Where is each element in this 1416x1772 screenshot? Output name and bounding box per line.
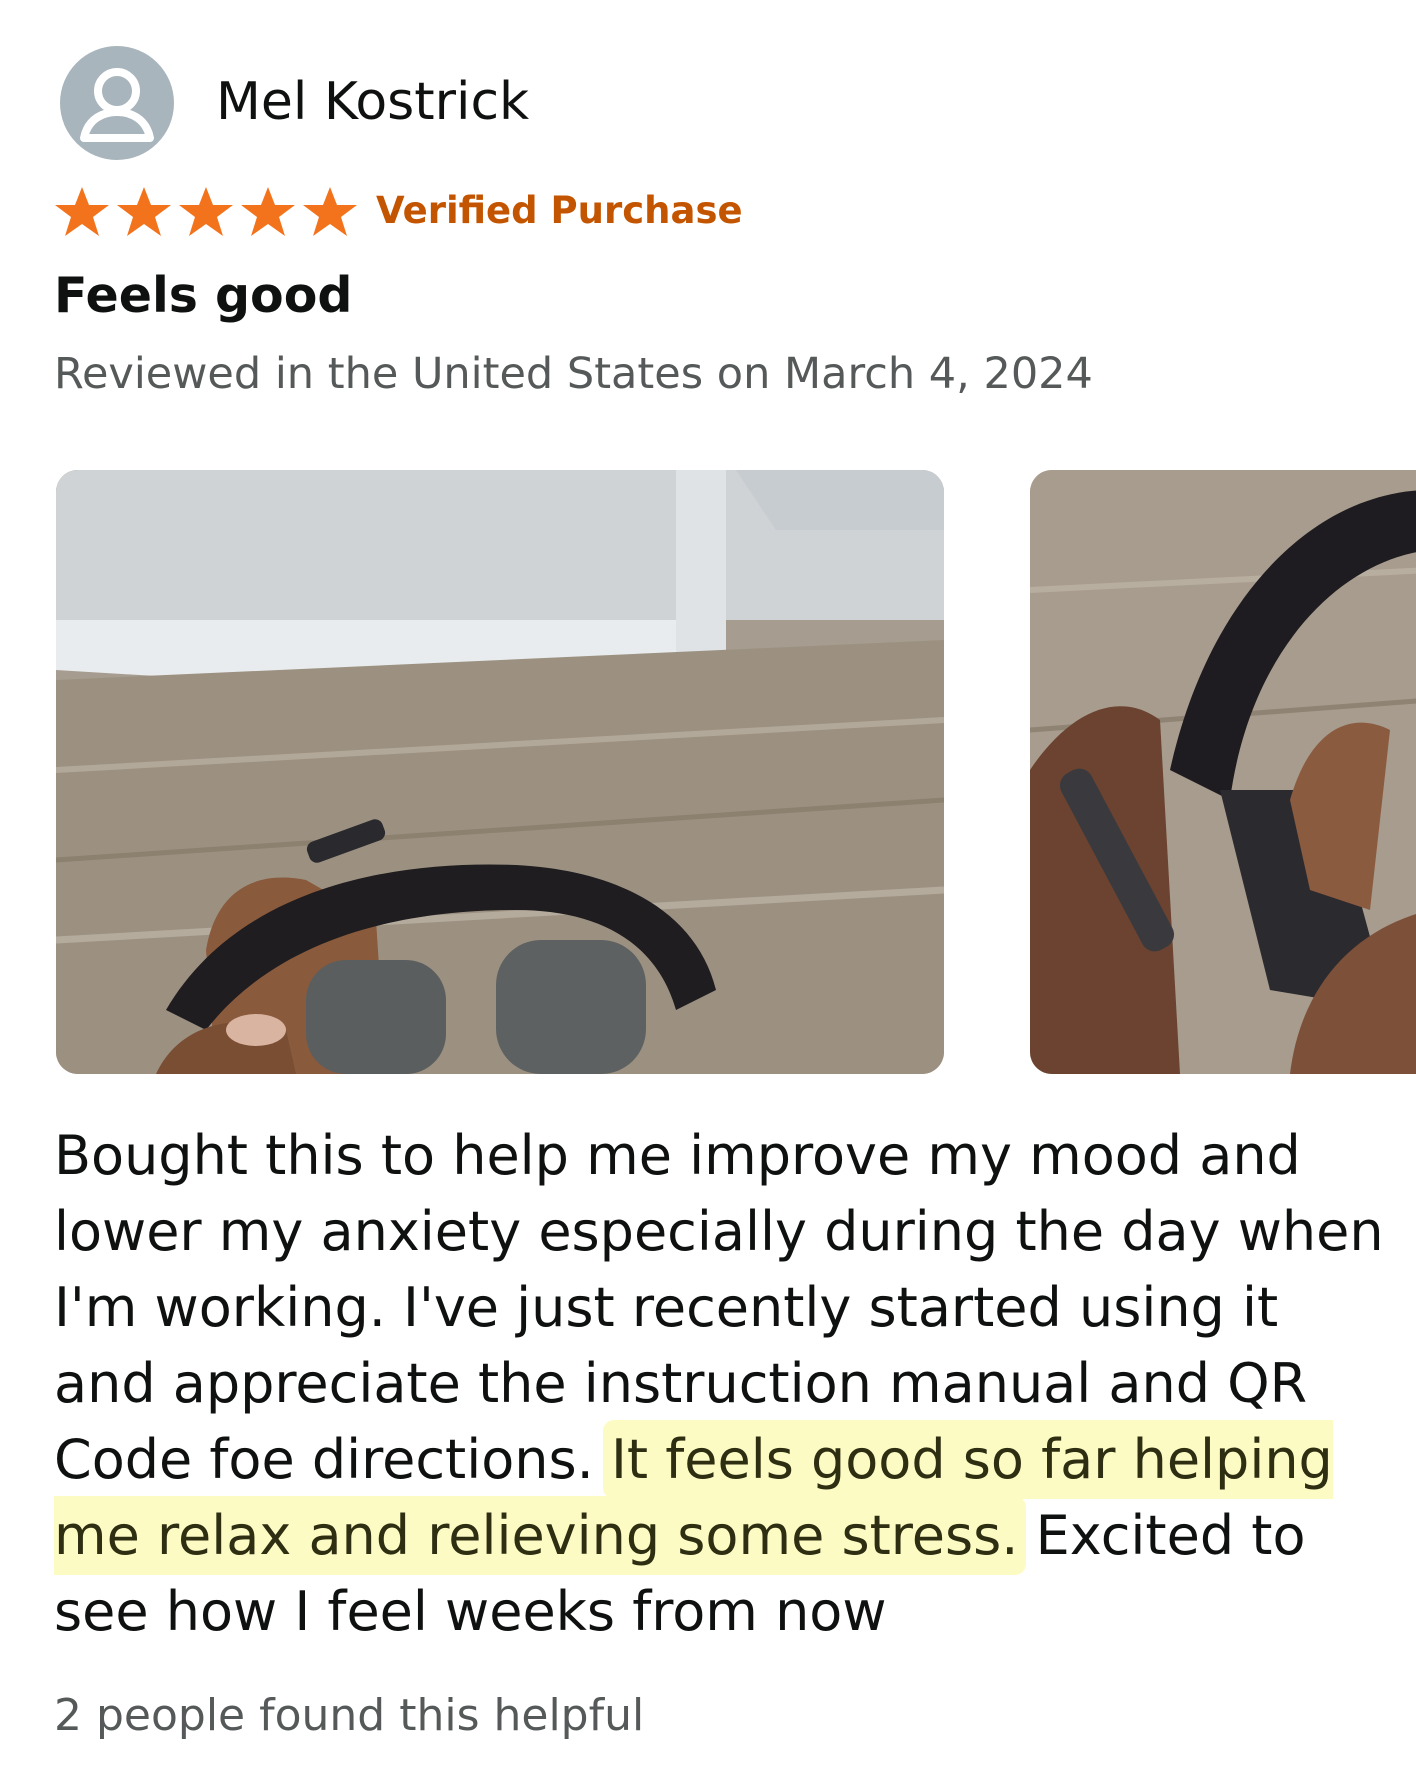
person-silhouette-icon xyxy=(80,68,154,142)
star-filled-icon xyxy=(117,187,171,236)
verified-purchase-badge: Verified Purchase xyxy=(376,189,743,232)
star-filled-icon xyxy=(303,187,357,236)
review-date: Reviewed in the United States on March 4… xyxy=(54,349,1093,399)
star-filled-icon xyxy=(55,187,109,236)
review-photo-1[interactable] xyxy=(56,470,944,1074)
review-title: Feels good xyxy=(54,267,353,324)
star-rating xyxy=(54,186,364,238)
review-body: Bought this to help me improve my mood a… xyxy=(54,1118,1394,1650)
headphones-photo xyxy=(1030,470,1416,1074)
headphones-photo xyxy=(56,470,944,1074)
star-filled-icon xyxy=(241,187,295,236)
helpful-count: 2 people found this helpful xyxy=(54,1690,645,1741)
star-filled-icon xyxy=(179,187,233,236)
reviewer-avatar[interactable] xyxy=(60,46,174,160)
reviewer-name[interactable]: Mel Kostrick xyxy=(216,72,529,132)
review-photo-2[interactable] xyxy=(1030,470,1416,1074)
